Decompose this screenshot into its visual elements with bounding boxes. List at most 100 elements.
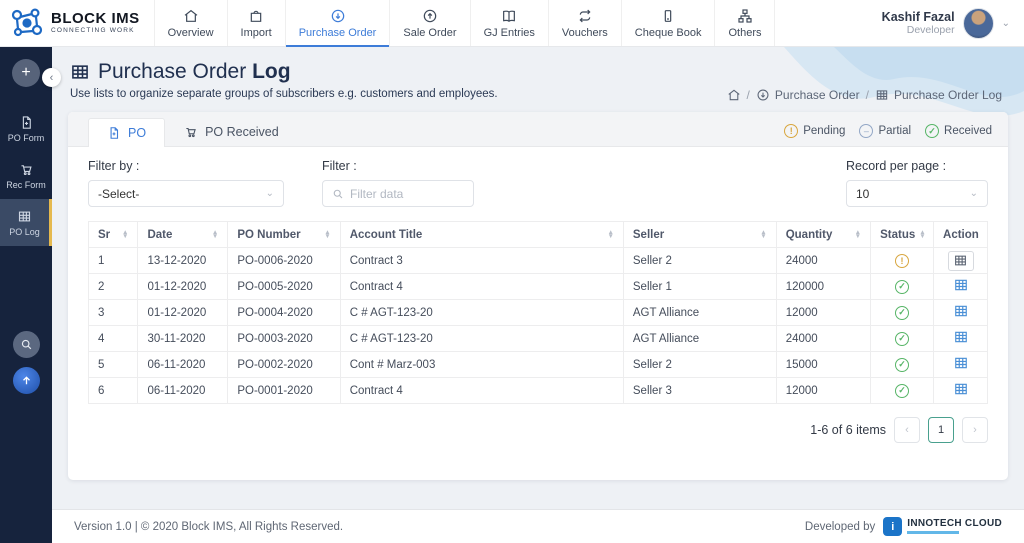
cell-quantity: 15000 — [776, 352, 870, 378]
row-action-button[interactable] — [948, 251, 974, 271]
row-action-icon[interactable] — [954, 330, 968, 344]
top-bar: BLOCK IMS CONNECTING WORK Overview Impor… — [0, 0, 1024, 47]
top-nav: Overview Import Purchase Order Sale Orde… — [154, 0, 776, 46]
filter-input-wrap — [322, 180, 474, 207]
sort-icon[interactable]: ▲▼ — [607, 231, 613, 238]
cell-action — [934, 248, 988, 274]
filter-input[interactable] — [350, 187, 460, 201]
sort-icon[interactable]: ▲▼ — [122, 231, 128, 238]
table-icon — [954, 254, 967, 267]
user-menu[interactable]: Kashif Fazal Developer ⌄ — [882, 0, 1024, 46]
nav-import[interactable]: Import — [227, 0, 285, 46]
sort-icon[interactable]: ▲▼ — [760, 231, 766, 238]
upgrade-button[interactable] — [13, 367, 40, 394]
page-title: Purchase Order Log — [98, 60, 291, 84]
status-received-icon — [895, 280, 909, 294]
table-header-row: Sr▲▼Date▲▼PO Number▲▼Account Title▲▼Sell… — [89, 222, 988, 248]
cell-status — [871, 378, 934, 404]
sidebar-item-po-log[interactable]: PO Log — [0, 199, 52, 246]
status-legend: Pending Partial Received — [784, 124, 992, 146]
cell-sr: 4 — [89, 326, 138, 352]
breadcrumb: / Purchase Order / Purchase Order Log — [727, 88, 1002, 102]
pagination-next-button[interactable]: › — [962, 417, 988, 443]
table-icon — [954, 356, 968, 370]
brand-logo[interactable]: BLOCK IMS CONNECTING WORK — [0, 0, 154, 46]
column-header-quantity[interactable]: Quantity▲▼ — [776, 222, 870, 248]
brand-tagline: CONNECTING WORK — [51, 28, 140, 35]
table-row: 113-12-2020PO-0006-2020Contract 3Seller … — [89, 248, 988, 274]
cell-action — [934, 326, 988, 352]
status-received-icon — [895, 332, 909, 346]
cell-seller: AGT Alliance — [623, 300, 776, 326]
column-header-po-number[interactable]: PO Number▲▼ — [228, 222, 340, 248]
row-action-icon[interactable] — [954, 356, 968, 370]
cell-status — [871, 274, 934, 300]
cell-account-title: Contract 4 — [340, 274, 623, 300]
pagination-prev-button[interactable]: ‹ — [894, 417, 920, 443]
sort-icon[interactable]: ▲▼ — [919, 231, 925, 238]
cell-quantity: 24000 — [776, 326, 870, 352]
nav-vouchers[interactable]: Vouchers — [548, 0, 621, 46]
sidebar-item-rec-form[interactable]: Rec Form — [0, 152, 52, 199]
pagination-page-1-button[interactable]: 1 — [928, 417, 954, 443]
table-icon — [954, 382, 968, 396]
tab-po[interactable]: PO — [88, 118, 165, 147]
nav-cheque-book[interactable]: Cheque Book — [621, 0, 715, 46]
cell-account-title: C # AGT-123-20 — [340, 300, 623, 326]
cell-date: 01-12-2020 — [138, 300, 228, 326]
arrow-up-icon — [20, 374, 33, 387]
collapse-sidebar-button[interactable]: ‹ — [42, 68, 61, 87]
nav-sale-order[interactable]: Sale Order — [389, 0, 469, 46]
table-row: 301-12-2020PO-0004-2020C # AGT-123-20AGT… — [89, 300, 988, 326]
brand-name: BLOCK IMS — [51, 11, 140, 27]
search-button[interactable] — [13, 331, 40, 358]
row-action-icon[interactable] — [954, 278, 968, 292]
cell-status — [871, 248, 934, 274]
table-icon — [954, 330, 968, 344]
innotech-cloud-logo[interactable]: i INNOTECH CLOUD — [883, 517, 1002, 536]
legend-pending: Pending — [784, 124, 845, 138]
column-header-sr[interactable]: Sr▲▼ — [89, 222, 138, 248]
chevron-down-icon: ⌄ — [1002, 18, 1010, 29]
column-header-status[interactable]: Status▲▼ — [871, 222, 934, 248]
cell-date: 06-11-2020 — [138, 352, 228, 378]
nav-overview[interactable]: Overview — [154, 0, 227, 46]
chevron-down-icon: ⌄ — [266, 188, 274, 199]
cell-po-number: PO-0003-2020 — [228, 326, 340, 352]
filter-by-label: Filter by : — [88, 159, 284, 173]
cell-status — [871, 300, 934, 326]
cell-account-title: Contract 3 — [340, 248, 623, 274]
nav-purchase-order[interactable]: Purchase Order — [285, 0, 390, 46]
search-icon — [332, 188, 344, 200]
tab-strip: PO PO Received Pending Partial Received — [68, 112, 1008, 147]
column-header-date[interactable]: Date▲▼ — [138, 222, 228, 248]
sort-icon[interactable]: ▲▼ — [212, 231, 218, 238]
table-row: 201-12-2020PO-0005-2020Contract 4Seller … — [89, 274, 988, 300]
sort-icon[interactable]: ▲▼ — [324, 231, 330, 238]
breadcrumb-po-log[interactable]: Purchase Order Log — [875, 88, 1002, 102]
table-icon — [70, 62, 90, 82]
record-per-page-select[interactable]: 10 ⌄ — [846, 180, 988, 207]
cell-po-number: PO-0002-2020 — [228, 352, 340, 378]
cart-icon — [19, 162, 34, 177]
search-icon — [20, 338, 33, 351]
add-button[interactable]: + — [12, 59, 40, 87]
cell-status — [871, 352, 934, 378]
cell-date: 13-12-2020 — [138, 248, 228, 274]
sort-icon[interactable]: ▲▼ — [855, 231, 861, 238]
avatar[interactable] — [963, 8, 994, 39]
breadcrumb-home[interactable] — [727, 88, 741, 102]
filter-by-select[interactable]: -Select- ⌄ — [88, 180, 284, 207]
column-header-account-title[interactable]: Account Title▲▼ — [340, 222, 623, 248]
user-role: Developer — [882, 24, 955, 36]
cell-action — [934, 378, 988, 404]
nav-others[interactable]: Others — [714, 0, 775, 46]
column-header-seller[interactable]: Seller▲▼ — [623, 222, 776, 248]
row-action-icon[interactable] — [954, 382, 968, 396]
sidebar-item-po-form[interactable]: PO Form — [0, 105, 52, 152]
row-action-icon[interactable] — [954, 304, 968, 318]
nav-gj-entries[interactable]: GJ Entries — [470, 0, 548, 46]
legend-partial: Partial — [859, 124, 911, 138]
breadcrumb-purchase-order[interactable]: Purchase Order — [756, 88, 860, 102]
tab-po-received[interactable]: PO Received — [165, 117, 298, 146]
